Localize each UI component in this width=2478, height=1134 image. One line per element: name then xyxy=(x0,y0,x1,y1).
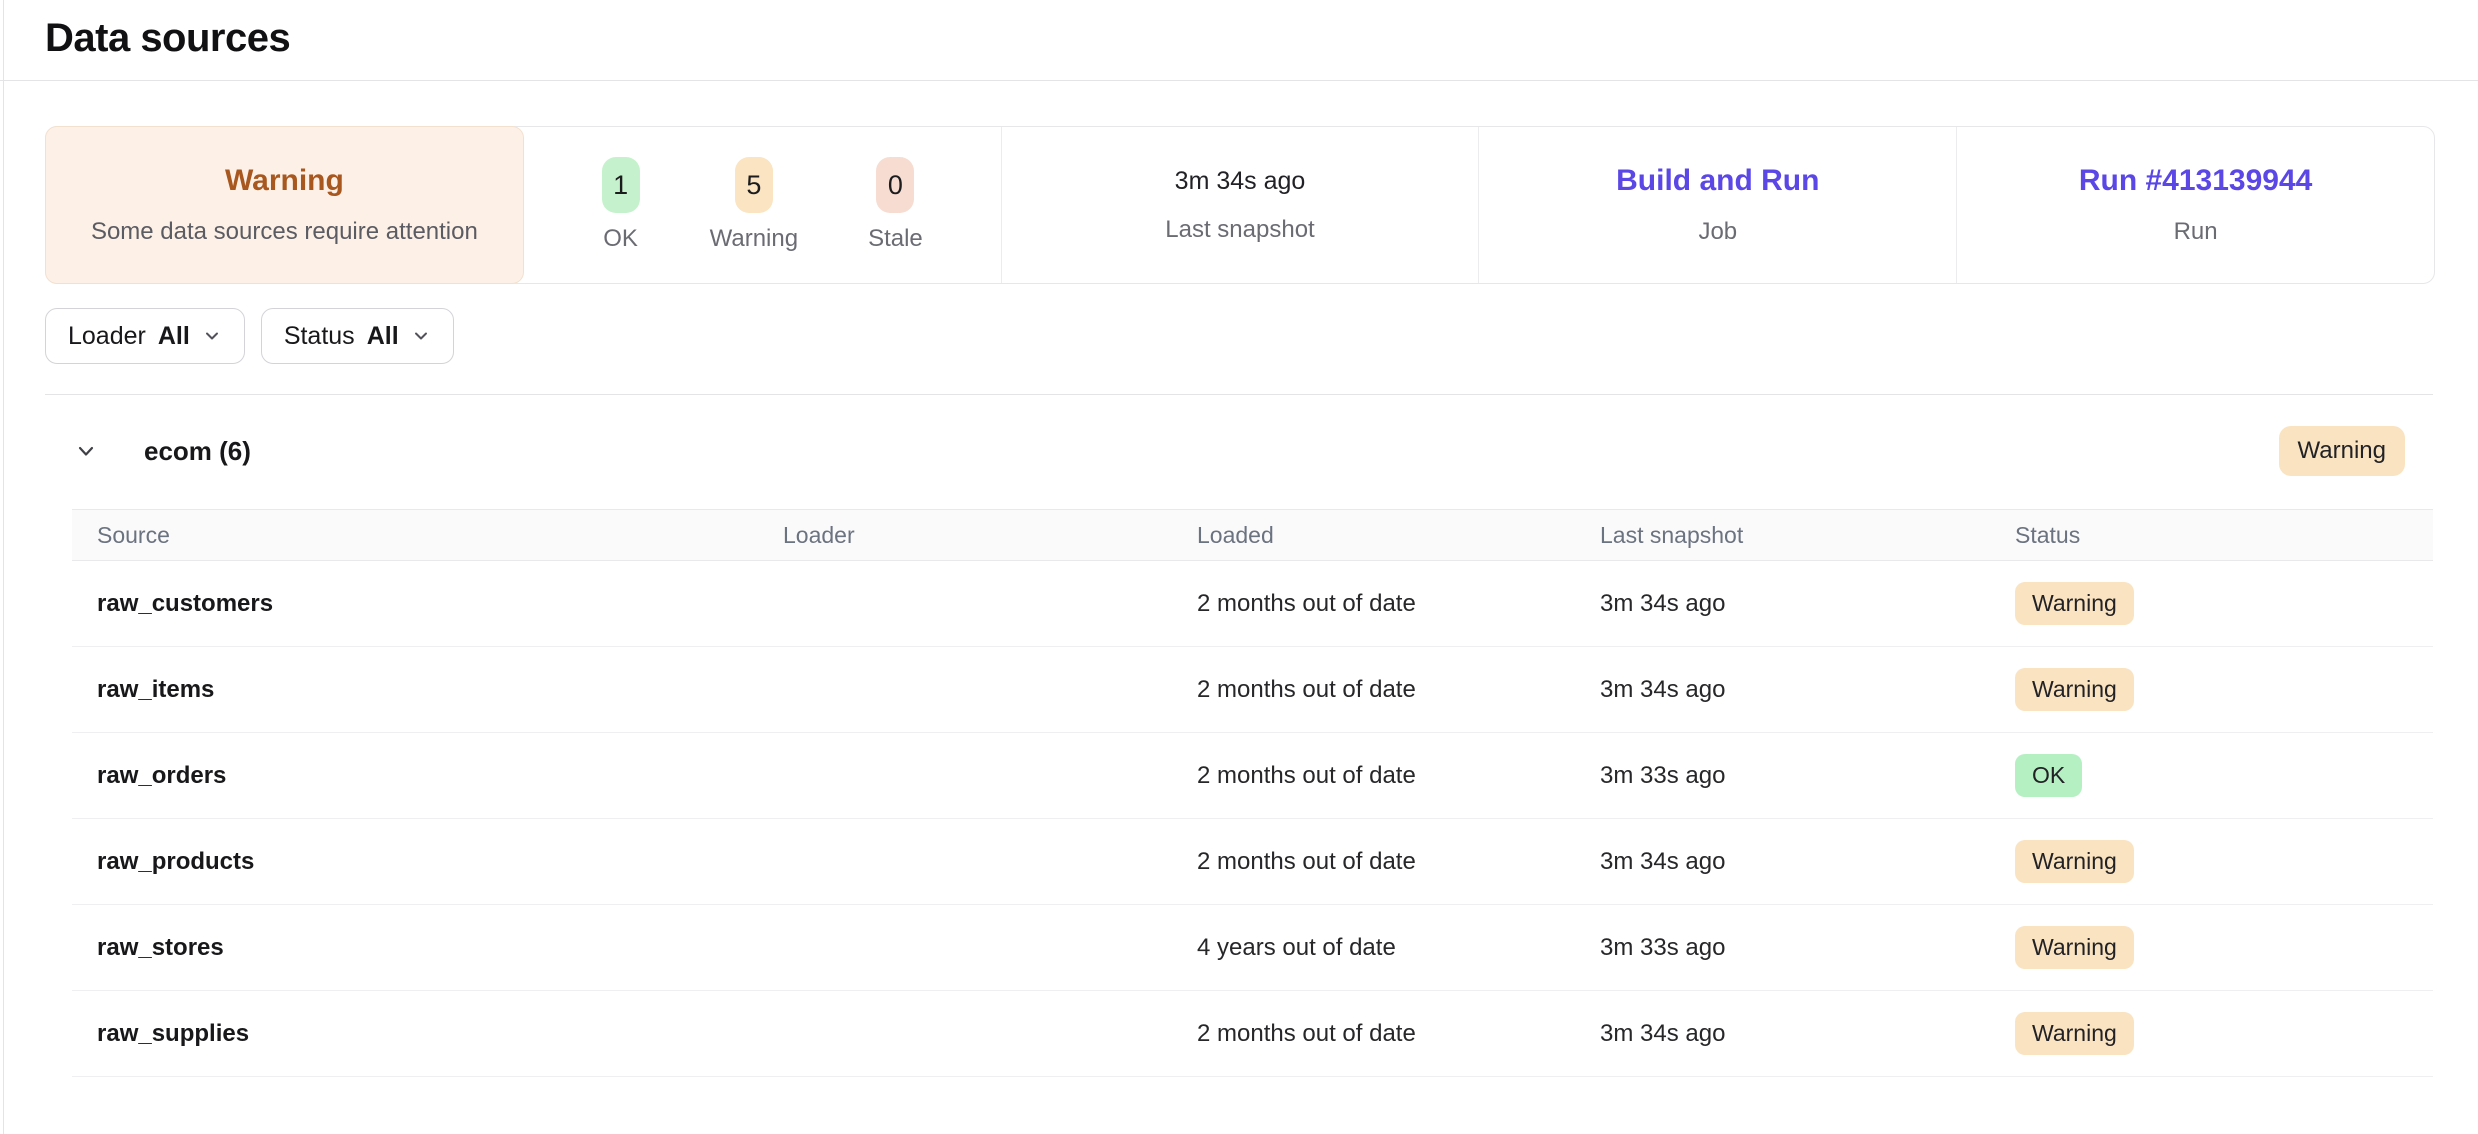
page-title: Data sources xyxy=(45,16,2478,61)
job-link[interactable]: Build and Run xyxy=(1616,164,1819,198)
table-header-row: Source Loader Loaded Last snapshot Statu… xyxy=(72,509,2433,561)
ok-count-label: OK xyxy=(603,225,638,253)
source-name: raw_stores xyxy=(97,934,783,962)
status-badge: Warning xyxy=(2015,1012,2134,1055)
table-row-raw-stores[interactable]: raw_stores 4 years out of date 3m 33s ag… xyxy=(72,905,2433,991)
status-filter-value: All xyxy=(367,322,399,351)
loaded-cell: 2 months out of date xyxy=(1197,676,1600,704)
group-name: ecom (6) xyxy=(144,436,251,467)
count-stale: 0 Stale xyxy=(868,157,923,253)
section-divider xyxy=(45,394,2433,395)
source-name: raw_items xyxy=(97,676,783,704)
column-header-source: Source xyxy=(97,522,783,549)
column-header-last-snapshot: Last snapshot xyxy=(1600,522,2015,549)
table-row-raw-orders[interactable]: raw_orders 2 months out of date 3m 33s a… xyxy=(72,733,2433,819)
filter-bar: Loader All Status All xyxy=(45,308,2433,364)
last-snapshot-cell: 3m 34s ago xyxy=(1600,848,2015,876)
overall-status-title: Warning xyxy=(225,164,344,198)
overall-status-card: Warning Some data sources require attent… xyxy=(45,126,524,284)
column-header-loaded: Loaded xyxy=(1197,522,1600,549)
loaded-cell: 2 months out of date xyxy=(1197,762,1600,790)
page-header: Data sources xyxy=(0,0,2478,81)
last-snapshot-cell: 3m 34s ago xyxy=(1600,590,2015,618)
column-header-status: Status xyxy=(2015,522,2433,549)
last-snapshot-value: 3m 34s ago xyxy=(1175,167,1306,196)
stale-count-pill: 0 xyxy=(876,157,914,213)
group-status-badge: Warning xyxy=(2279,426,2405,476)
table-row-raw-supplies[interactable]: raw_supplies 2 months out of date 3m 34s… xyxy=(72,991,2433,1077)
ok-count-pill: 1 xyxy=(602,157,640,213)
warning-count-label: Warning xyxy=(710,225,798,253)
loaded-cell: 4 years out of date xyxy=(1197,934,1600,962)
counts-card: 1 OK 5 Warning 0 Stale xyxy=(524,127,1002,283)
chevron-down-icon xyxy=(202,326,222,346)
status-filter-label: Status xyxy=(284,322,355,351)
status-badge: Warning xyxy=(2015,668,2134,711)
loader-filter-dropdown[interactable]: Loader All xyxy=(45,308,245,364)
last-snapshot-cell: 3m 33s ago xyxy=(1600,762,2015,790)
source-name: raw_products xyxy=(97,848,783,876)
last-snapshot-label: Last snapshot xyxy=(1165,216,1314,244)
job-card: Build and Run Job xyxy=(1479,127,1957,283)
run-label: Run xyxy=(2174,218,2218,246)
status-badge: Warning xyxy=(2015,582,2134,625)
collapse-chevron-down-icon[interactable] xyxy=(72,437,100,465)
job-label: Job xyxy=(1698,218,1737,246)
count-ok: 1 OK xyxy=(602,157,640,253)
stale-count-label: Stale xyxy=(868,225,923,253)
column-header-loader: Loader xyxy=(783,522,1197,549)
table-row-raw-customers[interactable]: raw_customers 2 months out of date 3m 34… xyxy=(72,561,2433,647)
loader-filter-value: All xyxy=(158,322,190,351)
group-header-ecom[interactable]: ecom (6) Warning xyxy=(45,421,2433,481)
loaded-cell: 2 months out of date xyxy=(1197,590,1600,618)
counts-row: 1 OK 5 Warning 0 Stale xyxy=(602,157,923,253)
source-name: raw_customers xyxy=(97,590,783,618)
loader-filter-label: Loader xyxy=(68,322,146,351)
sources-table: Source Loader Loaded Last snapshot Statu… xyxy=(72,509,2433,1077)
source-name: raw_orders xyxy=(97,762,783,790)
panel-left-border xyxy=(3,0,4,1134)
last-snapshot-cell: 3m 34s ago xyxy=(1600,676,2015,704)
loaded-cell: 2 months out of date xyxy=(1197,1020,1600,1048)
summary-bar: Warning Some data sources require attent… xyxy=(45,126,2435,284)
status-badge: Warning xyxy=(2015,840,2134,883)
group-ecom: ecom (6) Warning Source Loader Loaded La… xyxy=(45,421,2433,1077)
count-warning: 5 Warning xyxy=(710,157,798,253)
last-snapshot-card: 3m 34s ago Last snapshot xyxy=(1002,127,1480,283)
table-row-raw-products[interactable]: raw_products 2 months out of date 3m 34s… xyxy=(72,819,2433,905)
warning-count-pill: 5 xyxy=(735,157,773,213)
table-row-raw-items[interactable]: raw_items 2 months out of date 3m 34s ag… xyxy=(72,647,2433,733)
last-snapshot-cell: 3m 33s ago xyxy=(1600,934,2015,962)
last-snapshot-cell: 3m 34s ago xyxy=(1600,1020,2015,1048)
status-badge: OK xyxy=(2015,754,2082,797)
run-link[interactable]: Run #413139944 xyxy=(2079,164,2313,198)
status-badge: Warning xyxy=(2015,926,2134,969)
overall-status-subtitle: Some data sources require attention xyxy=(91,218,478,246)
status-filter-dropdown[interactable]: Status All xyxy=(261,308,454,364)
source-name: raw_supplies xyxy=(97,1020,783,1048)
loaded-cell: 2 months out of date xyxy=(1197,848,1600,876)
run-card: Run #413139944 Run xyxy=(1957,127,2434,283)
chevron-down-icon xyxy=(411,326,431,346)
